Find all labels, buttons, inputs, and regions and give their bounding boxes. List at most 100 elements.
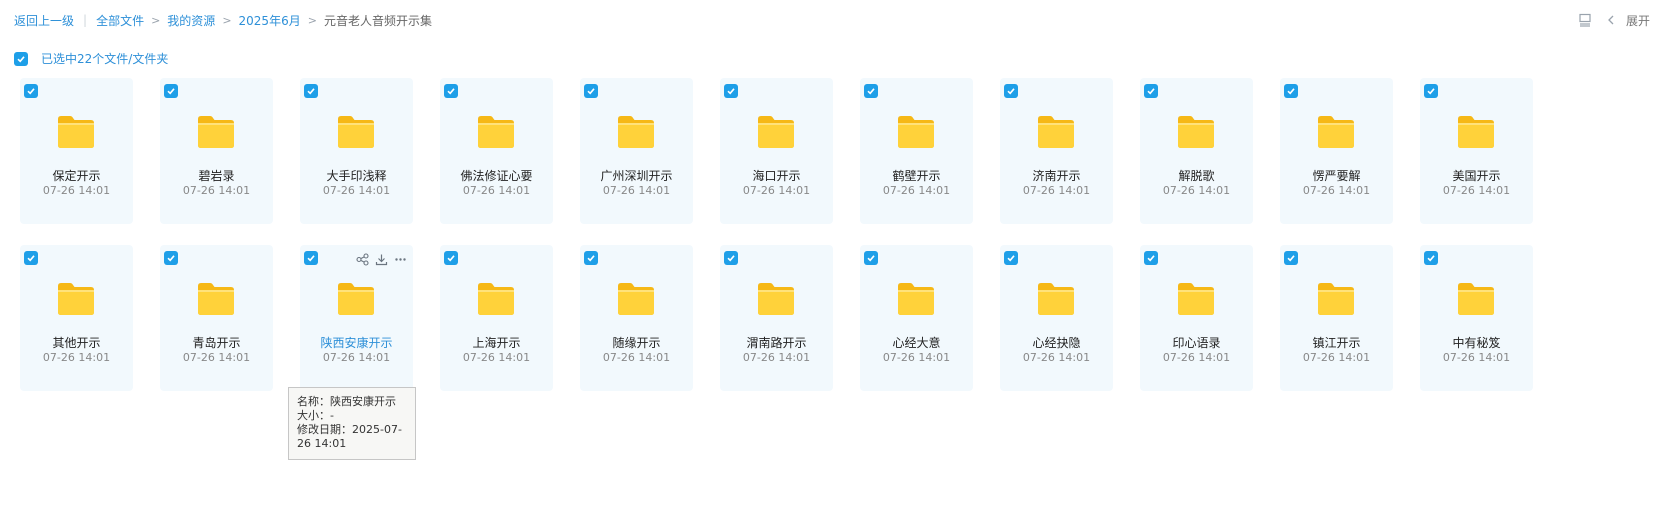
folder-card[interactable]: 青岛开示 07-26 14:01 <box>160 245 273 391</box>
folder-checkbox[interactable] <box>724 251 738 265</box>
folder-checkbox[interactable] <box>1424 84 1438 98</box>
folder-name[interactable]: 上海开示 <box>440 334 553 351</box>
folder-checkbox[interactable] <box>444 251 458 265</box>
folder-checkbox[interactable] <box>584 251 598 265</box>
folder-card[interactable]: 广州深圳开示 07-26 14:01 <box>580 78 693 224</box>
folder-checkbox[interactable] <box>444 84 458 98</box>
layout-icon[interactable] <box>1578 13 1592 27</box>
folder-checkbox[interactable] <box>1424 251 1438 265</box>
folder-date: 07-26 14:01 <box>882 351 951 364</box>
folder-checkbox[interactable] <box>1004 251 1018 265</box>
breadcrumb-my-resources[interactable]: 我的资源 <box>167 12 215 29</box>
folder-card[interactable]: 心经抉隐 07-26 14:01 <box>1000 245 1113 391</box>
expand-button[interactable]: 展开 <box>1626 12 1650 29</box>
folder-name[interactable]: 其他开示 <box>20 334 133 351</box>
folder-name[interactable]: 印心语录 <box>1140 334 1253 351</box>
folder-name[interactable]: 心经抉隐 <box>1000 334 1113 351</box>
folder-card[interactable]: 保定开示 07-26 14:01 <box>20 78 133 224</box>
folder-checkbox[interactable] <box>24 84 38 98</box>
folder-icon <box>1176 114 1216 150</box>
selection-count: 已选中22个文件/文件夹 <box>41 52 169 66</box>
select-all: 已选中22个文件/文件夹 <box>14 50 168 67</box>
folder-card[interactable]: 中有秘笈 07-26 14:01 <box>1420 245 1533 391</box>
folder-card[interactable]: 陕西安康开示 07-26 14:01 <box>300 245 413 391</box>
folder-card[interactable]: 海口开示 07-26 14:01 <box>720 78 833 224</box>
tooltip-date: 修改日期：2025-07-26 14:01 <box>297 423 402 450</box>
folder-checkbox[interactable] <box>304 251 318 265</box>
folder-card[interactable]: 美国开示 07-26 14:01 <box>1420 78 1533 224</box>
folder-card[interactable]: 随缘开示 07-26 14:01 <box>580 245 693 391</box>
breadcrumb-current: 元音老人音频开示集 <box>323 13 432 28</box>
select-all-checkbox[interactable] <box>14 51 28 66</box>
folder-date: 07-26 14:01 <box>322 351 391 364</box>
folder-name[interactable]: 镇江开示 <box>1280 334 1393 351</box>
folder-date: 07-26 14:01 <box>1162 351 1231 364</box>
folder-checkbox[interactable] <box>584 84 598 98</box>
breadcrumb-month[interactable]: 2025年6月 <box>239 12 301 29</box>
folder-checkbox[interactable] <box>164 84 178 98</box>
folder-card[interactable]: 愣严要解 07-26 14:01 <box>1280 78 1393 224</box>
folder-card[interactable]: 渭南路开示 07-26 14:01 <box>720 245 833 391</box>
folder-name[interactable]: 佛法修证心要 <box>440 167 553 184</box>
back-link[interactable]: 返回上一级 <box>14 12 74 29</box>
folder-card[interactable]: 其他开示 07-26 14:01 <box>20 245 133 391</box>
folder-name[interactable]: 保定开示 <box>20 167 133 184</box>
folder-name[interactable]: 碧岩录 <box>160 167 273 184</box>
folder-name[interactable]: 随缘开示 <box>580 334 693 351</box>
view-toolbar: 展开 <box>1578 11 1650 29</box>
folder-icon <box>196 281 236 317</box>
chevron-left-icon[interactable] <box>1606 14 1616 26</box>
folder-card[interactable]: 大手印浅释 07-26 14:01 <box>300 78 413 224</box>
folder-name[interactable]: 大手印浅释 <box>300 167 413 184</box>
folder-checkbox[interactable] <box>164 251 178 265</box>
folder-name[interactable]: 济南开示 <box>1000 167 1113 184</box>
folder-card[interactable]: 心经大意 07-26 14:01 <box>860 245 973 391</box>
folder-name[interactable]: 鹤壁开示 <box>860 167 973 184</box>
folder-checkbox[interactable] <box>1144 251 1158 265</box>
folder-name[interactable]: 心经大意 <box>860 334 973 351</box>
folder-icon <box>896 281 936 317</box>
folder-card[interactable]: 佛法修证心要 07-26 14:01 <box>440 78 553 224</box>
folder-date: 07-26 14:01 <box>1022 351 1091 364</box>
folder-date: 07-26 14:01 <box>42 351 111 364</box>
folder-date: 07-26 14:01 <box>882 184 951 197</box>
folder-checkbox[interactable] <box>1284 84 1298 98</box>
folder-checkbox[interactable] <box>724 84 738 98</box>
folder-checkbox[interactable] <box>1004 84 1018 98</box>
folder-date: 07-26 14:01 <box>182 351 251 364</box>
folder-name[interactable]: 陕西安康开示 <box>300 334 413 351</box>
folder-name[interactable]: 广州深圳开示 <box>580 167 693 184</box>
folder-checkbox[interactable] <box>864 84 878 98</box>
folder-grid: 保定开示 07-26 14:01 碧岩录 07-26 14:01 大手印浅释 07-26 … <box>20 78 1533 391</box>
folder-name[interactable]: 海口开示 <box>720 167 833 184</box>
folder-checkbox[interactable] <box>1284 251 1298 265</box>
folder-date: 07-26 14:01 <box>742 351 811 364</box>
folder-checkbox[interactable] <box>864 251 878 265</box>
breadcrumb-all-files[interactable]: 全部文件 <box>96 12 144 29</box>
folder-card[interactable]: 解脱歌 07-26 14:01 <box>1140 78 1253 224</box>
folder-name[interactable]: 中有秘笈 <box>1420 334 1533 351</box>
more-icon[interactable] <box>393 252 407 266</box>
folder-card[interactable]: 镇江开示 07-26 14:01 <box>1280 245 1393 391</box>
folder-checkbox[interactable] <box>304 84 318 98</box>
folder-checkbox[interactable] <box>1144 84 1158 98</box>
folder-icon <box>756 281 796 317</box>
folder-card[interactable]: 济南开示 07-26 14:01 <box>1000 78 1113 224</box>
folder-date: 07-26 14:01 <box>462 184 531 197</box>
folder-checkbox[interactable] <box>24 251 38 265</box>
folder-name[interactable]: 青岛开示 <box>160 334 273 351</box>
folder-name[interactable]: 渭南路开示 <box>720 334 833 351</box>
folder-icon <box>756 114 796 150</box>
folder-card[interactable]: 印心语录 07-26 14:01 <box>1140 245 1253 391</box>
folder-card[interactable]: 鹤壁开示 07-26 14:01 <box>860 78 973 224</box>
folder-name[interactable]: 美国开示 <box>1420 167 1533 184</box>
folder-icon <box>196 114 236 150</box>
folder-icon <box>336 114 376 150</box>
download-icon[interactable] <box>374 252 388 266</box>
folder-card[interactable]: 上海开示 07-26 14:01 <box>440 245 553 391</box>
folder-date: 07-26 14:01 <box>1162 184 1231 197</box>
share-icon[interactable] <box>355 252 369 266</box>
folder-card[interactable]: 碧岩录 07-26 14:01 <box>160 78 273 224</box>
folder-name[interactable]: 解脱歌 <box>1140 167 1253 184</box>
folder-name[interactable]: 愣严要解 <box>1280 167 1393 184</box>
